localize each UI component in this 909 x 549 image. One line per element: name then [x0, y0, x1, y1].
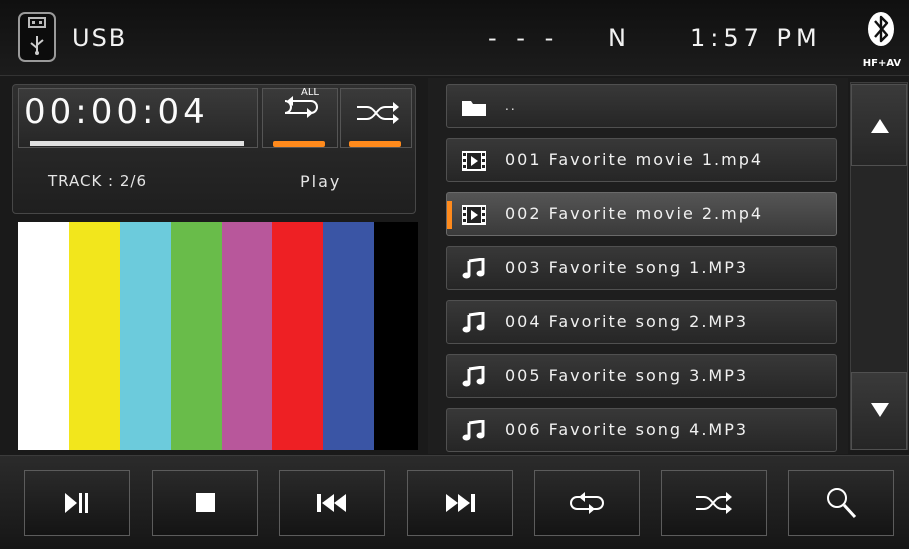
repeat-badge: ALL	[301, 87, 319, 98]
file-name: 006 Favorite song 4.MP3	[505, 420, 749, 439]
file-name: 001 Favorite movie 1.mp4	[505, 150, 764, 169]
color-bar	[119, 222, 171, 450]
shuffle-button[interactable]	[661, 470, 767, 536]
selection-indicator	[447, 201, 452, 229]
file-name: 005 Favorite song 3.MP3	[505, 366, 749, 385]
previous-track-button[interactable]	[279, 470, 385, 536]
bluetooth-label: HF+AV	[862, 58, 902, 69]
file-list-item[interactable]: 005 Favorite song 3.MP3	[446, 354, 837, 398]
repeat-all-button[interactable]: ALL	[262, 87, 338, 148]
scroll-up-button[interactable]	[851, 84, 907, 166]
shuffle-active-indicator	[349, 141, 401, 147]
file-list-item[interactable]: 002 Favorite movie 2.mp4	[446, 192, 837, 236]
elapsed-time: 00:00:04	[24, 92, 209, 132]
source-label: USB	[72, 24, 128, 52]
color-bar	[18, 222, 69, 450]
stop-button[interactable]	[152, 470, 258, 536]
folder-icon	[461, 96, 487, 118]
usb-icon[interactable]	[18, 12, 56, 62]
clock: 1:57 PM	[690, 24, 822, 52]
status-indicator: N	[608, 24, 626, 52]
status-dashes: - - -	[488, 24, 560, 52]
file-list-item[interactable]: 006 Favorite song 4.MP3	[446, 408, 837, 452]
color-bar	[68, 222, 120, 450]
next-track-icon	[446, 494, 475, 512]
video-preview[interactable]	[18, 222, 419, 450]
color-bar	[221, 222, 273, 450]
search-icon	[827, 488, 857, 519]
play-pause-icon	[65, 493, 77, 513]
previous-track-icon	[317, 494, 346, 512]
arrow-down-icon	[871, 403, 889, 417]
parent-folder-row[interactable]: ..	[446, 84, 837, 128]
color-bar	[170, 222, 222, 450]
video-file-icon	[461, 150, 487, 172]
color-bar	[323, 222, 375, 450]
next-track-button[interactable]	[407, 470, 513, 536]
color-bar	[272, 222, 324, 450]
file-name: 003 Favorite song 1.MP3	[505, 258, 749, 277]
play-pause-button[interactable]	[24, 470, 130, 536]
file-name: 002 Favorite movie 2.mp4	[505, 204, 764, 223]
file-list-item[interactable]: 004 Favorite song 2.MP3	[446, 300, 837, 344]
arrow-up-icon	[871, 119, 889, 133]
music-note-icon	[461, 311, 487, 334]
file-list-item[interactable]: 001 Favorite movie 1.mp4	[446, 138, 837, 182]
scroll-down-button[interactable]	[851, 372, 907, 450]
file-list-item[interactable]: 003 Favorite song 1.MP3	[446, 246, 837, 290]
repeat-active-indicator	[273, 141, 325, 147]
video-file-icon	[461, 204, 487, 226]
music-note-icon	[461, 419, 487, 442]
color-bar	[374, 222, 419, 450]
track-counter: TRACK : 2/6	[48, 172, 148, 190]
repeat-button[interactable]	[534, 470, 640, 536]
shuffle-icon	[696, 496, 728, 510]
search-button[interactable]	[788, 470, 894, 536]
repeat-icon	[570, 496, 604, 510]
play-state: Play	[300, 172, 342, 191]
parent-folder-label: ..	[505, 99, 517, 113]
shuffle-toggle-button[interactable]	[340, 88, 412, 148]
music-note-icon	[461, 365, 487, 388]
stop-icon	[196, 493, 215, 512]
file-name: 004 Favorite song 2.MP3	[505, 312, 749, 331]
music-note-icon	[461, 257, 487, 280]
progress-bar[interactable]	[30, 141, 244, 146]
